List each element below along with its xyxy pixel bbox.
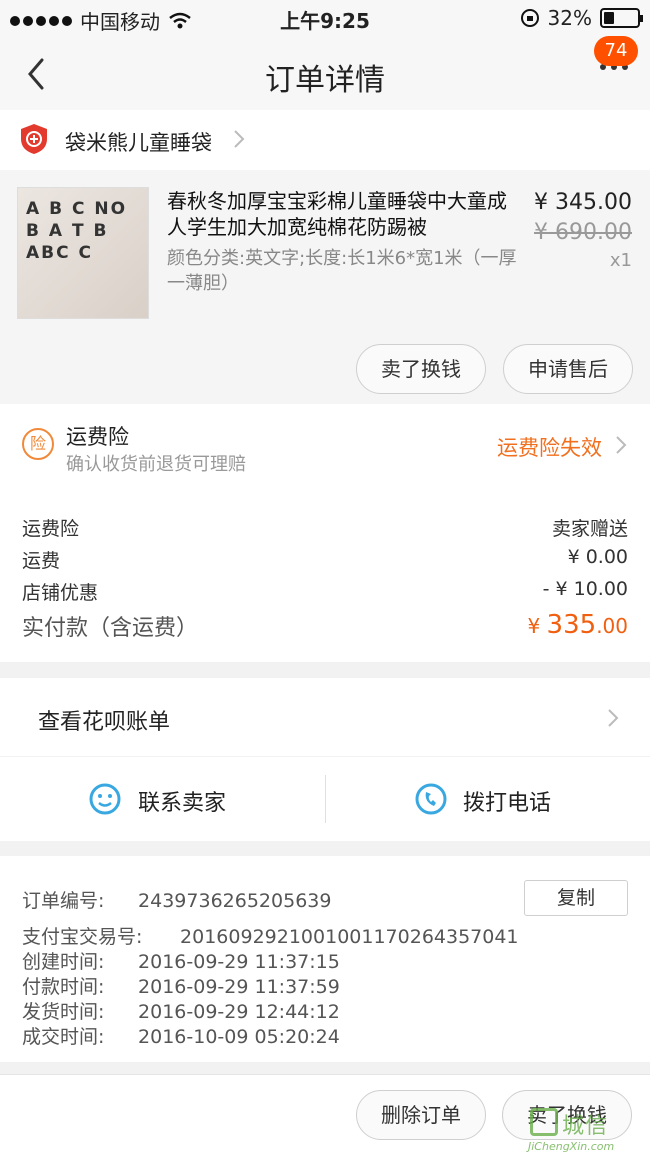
info-value: 2016-09-29 11:37:59 [138, 976, 340, 998]
completed-time-line: 成交时间: 2016-10-09 05:20:24 [22, 1022, 340, 1049]
call-phone-button[interactable]: 拨打电话 [325, 757, 650, 841]
battery-icon [600, 8, 643, 28]
insurance-icon: 险 [22, 428, 54, 460]
product-thumbnail[interactable]: A B C NO B A T B ABC C [17, 187, 149, 319]
fee-row-discount: 店铺优惠 - ¥ 10.00 [22, 578, 628, 605]
fee-row-shipping: 运费 ¥ 0.00 [22, 546, 628, 573]
info-key: 成交时间: [22, 1026, 105, 1048]
info-value: 2016-09-29 11:37:15 [138, 951, 340, 973]
chat-face-icon [89, 783, 121, 815]
insurance-subtitle: 确认收货前退货可理赔 [66, 454, 246, 475]
phone-icon [415, 783, 447, 815]
product-original-price: ¥ 690.00 [534, 220, 632, 245]
order-info: 复制 订单编号: 2439736265205639 支付宝交易号: 201609… [0, 856, 650, 1062]
chevron-right-icon [616, 436, 627, 454]
product-price: ¥ 345.00 [534, 190, 632, 215]
fee-value: ¥ 0.00 [567, 546, 628, 568]
insurance-title: 运费险 [66, 425, 129, 449]
huabei-label[interactable]: 查看花呗账单 [38, 704, 170, 736]
info-value: 2016-10-09 05:20:24 [138, 1026, 340, 1048]
status-bar: 中国移动 上午9:25 32% [0, 0, 650, 36]
nav-bar: 订单详情 74 [0, 36, 650, 110]
product-card[interactable]: A B C NO B A T B ABC C 春秋冬加厚宝宝彩棉儿童睡袋中大童成… [0, 170, 650, 404]
created-time-line: 创建时间: 2016-09-29 11:37:15 [22, 947, 340, 974]
watermark-sub: JiChengXin.com [528, 1140, 615, 1153]
fee-summary: 运费险 卖家赠送 运费 ¥ 0.00 店铺优惠 - ¥ 10.00 实付款（含运… [0, 490, 650, 662]
delete-order-button[interactable]: 删除订单 [356, 1090, 486, 1140]
battery-percent: 32% [547, 6, 592, 30]
after-sales-button[interactable]: 申请售后 [503, 344, 633, 394]
info-key: 发货时间: [22, 1001, 105, 1023]
total-currency: ¥ [527, 614, 547, 638]
info-key: 订单编号: [22, 890, 105, 912]
shop-name[interactable]: 袋米熊儿童睡袋 [65, 127, 212, 157]
insurance-status[interactable]: 运费险失效 [497, 432, 602, 462]
info-key: 创建时间: [22, 951, 105, 973]
total-row: 实付款（含运费） ¥ 335.00 [22, 610, 628, 642]
fee-label: 店铺优惠 [22, 582, 99, 604]
watermark-text: 城信 [562, 1114, 609, 1139]
info-value: 2016-09-29 12:44:12 [138, 1001, 340, 1023]
paid-time-line: 付款时间: 2016-09-29 11:37:59 [22, 972, 340, 999]
fee-value: - ¥ 10.00 [542, 578, 628, 600]
contact-bar: 联系卖家 拨打电话 [0, 757, 650, 841]
total-integer: 335 [546, 610, 597, 640]
site-watermark: 城信 JiChengXin.com [528, 1106, 644, 1154]
shop-row[interactable]: 袋米熊儿童睡袋 [0, 110, 650, 170]
info-value: 2016092921001001170264357041 [180, 926, 519, 948]
info-value: 2439736265205639 [138, 890, 332, 912]
total-value: ¥ 335.00 [527, 610, 628, 640]
rotation-lock-icon [520, 9, 539, 27]
product-title[interactable]: 春秋冬加厚宝宝彩棉儿童睡袋中大童成人学生加大加宽纯棉花防踢被 [167, 188, 517, 240]
product-quantity: x1 [609, 250, 632, 271]
contact-seller-label[interactable]: 联系卖家 [138, 785, 226, 817]
call-phone-label[interactable]: 拨打电话 [463, 785, 551, 817]
product-sku: 颜色分类:英文字;长度:长1米6*宽1米（一厚一薄胆） [167, 248, 517, 294]
total-decimal: .00 [596, 614, 628, 638]
chevron-right-icon [608, 709, 619, 727]
resell-button[interactable]: 卖了换钱 [356, 344, 486, 394]
info-key: 支付宝交易号: [22, 926, 143, 948]
total-label: 实付款（含运费） [22, 616, 199, 641]
huabei-row[interactable]: 查看花呗账单 [0, 678, 650, 756]
fee-label: 运费险 [22, 518, 80, 540]
thumbnail-letters: A B C NO B A T B ABC C [26, 199, 128, 263]
contact-seller-button[interactable]: 联系卖家 [0, 757, 325, 841]
order-number-line: 订单编号: 2439736265205639 [22, 886, 331, 913]
info-key: 付款时间: [22, 976, 105, 998]
alipay-trade-line: 支付宝交易号: 2016092921001001170264357041 [22, 922, 519, 949]
page-title: 订单详情 [265, 63, 385, 98]
fee-label: 运费 [22, 550, 61, 572]
watermark-logo-icon [530, 1108, 558, 1136]
fee-value: 卖家赠送 [551, 518, 628, 540]
status-right: 32% [520, 6, 643, 30]
enterprise-shield-icon [21, 124, 47, 154]
fee-row-insurance: 运费险 卖家赠送 [22, 514, 628, 541]
message-badge[interactable]: 74 [594, 36, 638, 66]
shipped-time-line: 发货时间: 2016-09-29 12:44:12 [22, 997, 340, 1024]
chevron-right-icon [234, 130, 245, 148]
shipping-insurance-row[interactable]: 险 运费险 确认收货前退货可理赔 运费险失效 [0, 404, 650, 490]
copy-order-button[interactable]: 复制 [524, 880, 628, 916]
